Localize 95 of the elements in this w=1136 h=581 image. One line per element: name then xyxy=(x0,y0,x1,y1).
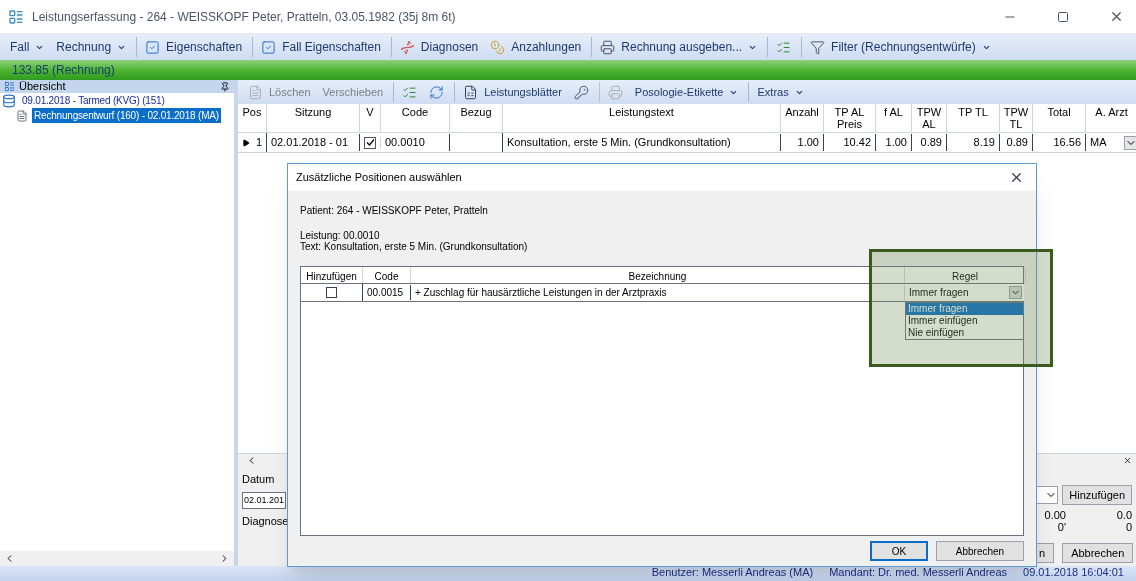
database-icon xyxy=(2,93,16,108)
printer-icon xyxy=(600,39,616,55)
dialog-button[interactable]: OK xyxy=(870,541,928,561)
toolbar-button[interactable]: Leistungsblätter xyxy=(454,82,568,102)
app-icon xyxy=(8,8,24,25)
column-header[interactable]: TP AL Preis xyxy=(824,104,876,132)
table-cell: 02.01.2018 - 01 xyxy=(267,134,360,151)
table-cell: 1.00 xyxy=(781,134,824,151)
column-header[interactable]: Anzahl xyxy=(781,104,824,132)
patient-text: Patient: 264 - WEISSKOPF Peter, Pratteln xyxy=(300,204,489,218)
toolbar-button[interactable]: Fall xyxy=(4,37,51,57)
tree-item[interactable]: 09.01.2018 - Tarmed (KVG) (151) xyxy=(20,93,167,108)
checkbox[interactable] xyxy=(364,136,376,149)
printer-icon xyxy=(607,84,623,100)
status-text: 09.01.2018 16:04:01 xyxy=(1023,566,1124,579)
checkbox[interactable] xyxy=(326,287,337,298)
checkbox-document-icon xyxy=(145,39,161,55)
document-icon xyxy=(16,109,28,122)
table-cell: 0.89 xyxy=(912,134,947,151)
toolbar-button[interactable]: Eigenschaften xyxy=(136,37,249,57)
tree-item[interactable]: Rechnungsentwurf (160) - 02.01.2018 (MA) xyxy=(32,108,221,123)
panel-title: Übersicht xyxy=(19,79,67,95)
column-header[interactable]: Hinzufügen xyxy=(301,267,363,283)
column-header[interactable]: A. Arzt xyxy=(1086,104,1136,132)
caret-icon xyxy=(1009,286,1022,299)
table-cell: 0.89 xyxy=(1000,134,1033,151)
table-cell: 1.00 xyxy=(876,134,912,151)
status-text: Mandant: Dr. med. Messerli Andreas xyxy=(829,566,1008,579)
add-button[interactable]: Hinzufügen xyxy=(1062,485,1132,505)
column-header[interactable]: f AL xyxy=(876,104,912,132)
table-cell: 16.56 xyxy=(1033,134,1086,151)
toolbar-button[interactable]: Rechnung xyxy=(50,37,133,57)
dialog-button[interactable]: Abbrechen xyxy=(1062,543,1134,563)
column-header[interactable]: Sitzung xyxy=(267,104,360,132)
value-text: 0.00 xyxy=(1044,509,1066,521)
status-text: Benutzer: Messerli Andreas (MA) xyxy=(651,566,814,579)
field-label: Datum xyxy=(242,472,276,487)
checklist-icon xyxy=(776,39,792,55)
dropdown-option[interactable]: Immer fragen xyxy=(906,303,1023,315)
column-header[interactable]: Total xyxy=(1033,104,1086,132)
toolbar-button[interactable]: Posologie-Etikette xyxy=(628,82,745,102)
column-header[interactable]: Regel xyxy=(905,267,1026,283)
column-header[interactable]: V xyxy=(360,104,381,132)
maximize-icon[interactable] xyxy=(1057,10,1069,23)
table-cell: 00.0015 xyxy=(363,285,411,300)
column-header[interactable]: TPW AL xyxy=(912,104,947,132)
value-text: 0 xyxy=(1125,521,1132,533)
horizontal-scrollbar[interactable] xyxy=(0,551,234,566)
service-text: Leistung: 00.0010 xyxy=(300,230,380,241)
table-cell: Konsultation, erste 5 Min. (Grundkonsultation) xyxy=(503,134,781,151)
dialog-button[interactable]: Abbrechen xyxy=(936,541,1024,561)
table-cell: 10.42 xyxy=(824,134,876,151)
window-title: Leistungserfassung - 264 - WEISSKOPF Peter, Pratteln, 03.05.1982 (35j 8m 6t) xyxy=(32,8,457,26)
toolbar-button[interactable]: Extras xyxy=(748,82,810,102)
toolbar-button[interactable]: Diagnosen xyxy=(390,37,485,57)
close-icon[interactable] xyxy=(1123,456,1132,465)
column-header[interactable]: TPW TL xyxy=(1000,104,1033,132)
field-label: Diagnose xyxy=(242,513,288,529)
column-header[interactable]: Bezeichnung xyxy=(411,267,905,283)
balance-text: 133.85 (Rechnung) xyxy=(12,62,115,79)
value-text: 0.0 xyxy=(1116,509,1132,521)
tree-icon xyxy=(4,81,15,92)
close-icon[interactable] xyxy=(1009,170,1024,185)
column-header[interactable]: Bezug xyxy=(450,104,503,132)
checklist-icon xyxy=(402,84,418,100)
column-header[interactable]: Code xyxy=(363,267,411,283)
document-icon xyxy=(248,84,263,100)
filter-icon xyxy=(810,39,826,55)
coins-icon xyxy=(490,39,506,55)
table-cell: 00.0010 xyxy=(381,134,450,151)
value-text: 0' xyxy=(1057,521,1066,533)
column-header[interactable]: Pos xyxy=(238,104,267,132)
dropdown-option[interactable]: Immer einfügen xyxy=(906,315,1023,327)
toolbar-button[interactable]: Rechnung ausgeben... xyxy=(591,37,764,57)
dialog-title: Zusätzliche Positionen auswählen xyxy=(296,170,463,186)
check-icon xyxy=(365,138,375,147)
toolbar-button[interactable]: Fall Eigenschaften xyxy=(252,37,387,57)
column-header[interactable]: Leistungstext xyxy=(503,104,781,132)
table-cell-text: MA xyxy=(1090,135,1107,151)
checkbox-document-icon xyxy=(261,39,277,55)
close-icon[interactable] xyxy=(1109,9,1124,24)
date-field[interactable]: 02.01.201 xyxy=(242,491,287,509)
column-header[interactable]: TP TL xyxy=(947,104,1000,132)
key-icon xyxy=(573,84,589,100)
column-header[interactable]: Code xyxy=(381,104,450,132)
service-description: Text: Konsultation, erste 5 Min. (Grundkonsultation) xyxy=(300,241,529,252)
refresh-icon xyxy=(429,84,445,100)
sheet-icon xyxy=(463,84,479,100)
toolbar-button[interactable]: Anzahlungen xyxy=(484,37,588,57)
dropdown-option[interactable]: Nie einfügen xyxy=(906,327,1023,339)
toolbar-button[interactable]: Filter (Rechnungsentwürfe) xyxy=(801,37,997,57)
pin-icon[interactable] xyxy=(220,81,230,92)
table-cell: 8.19 xyxy=(947,134,1000,151)
table-cell-text: 1 xyxy=(255,135,262,151)
dna-icon xyxy=(399,39,415,55)
